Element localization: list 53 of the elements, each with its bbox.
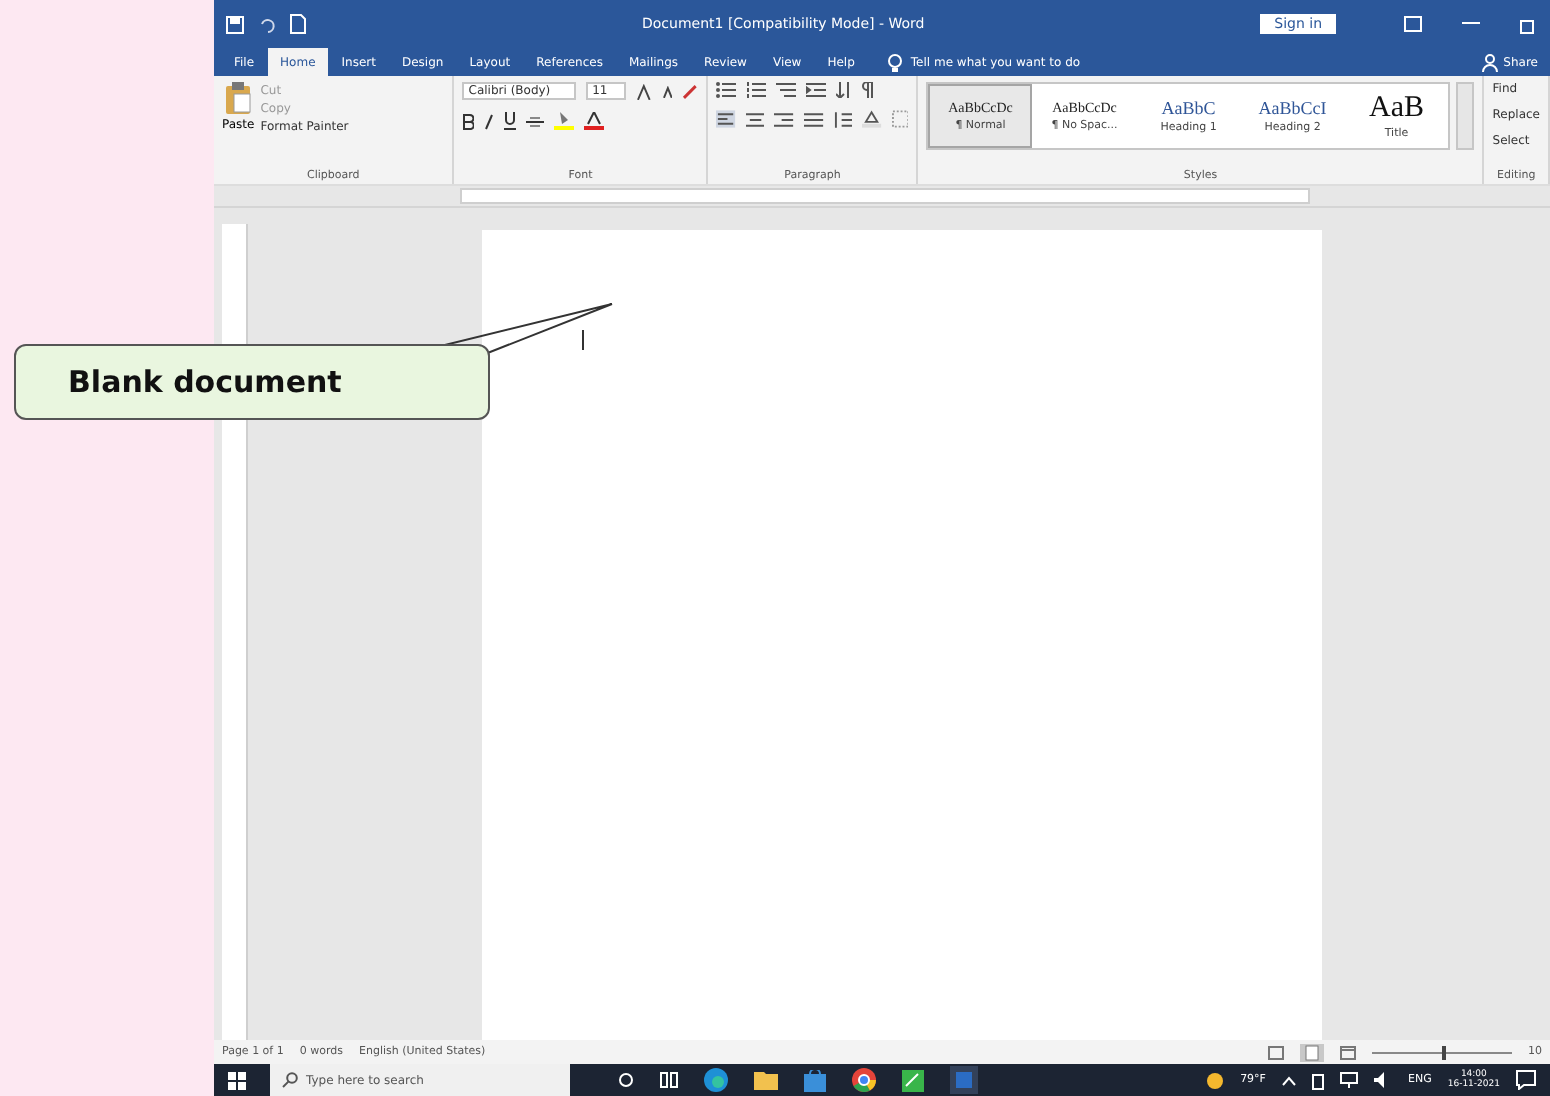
notifications-icon[interactable] [1516, 1070, 1536, 1090]
indent-icon[interactable] [806, 82, 827, 98]
style-sample: AaBbCcI [1258, 98, 1327, 118]
highlighter-icon[interactable] [554, 112, 575, 130]
ribbon-display-icon[interactable] [1404, 16, 1422, 32]
undo-icon[interactable] [258, 15, 276, 33]
save-icon[interactable] [226, 15, 244, 33]
shrink-font-icon[interactable] [661, 85, 673, 97]
weather-icon [1206, 1071, 1225, 1089]
multilevel-list-icon[interactable] [776, 82, 797, 98]
chevron-up-icon[interactable] [1281, 1075, 1296, 1085]
text-cursor [582, 330, 584, 350]
pilcrow-icon[interactable] [862, 82, 875, 98]
shading-icon[interactable] [862, 110, 882, 128]
person-icon [1481, 53, 1498, 71]
circle-icon[interactable] [618, 1072, 634, 1088]
print-layout-icon[interactable] [1300, 1043, 1324, 1061]
line-spacing-icon[interactable] [833, 111, 853, 127]
lightbulb-icon [888, 53, 903, 71]
italic-icon[interactable] [484, 113, 495, 129]
grow-font-icon[interactable] [635, 83, 652, 99]
sort-icon[interactable] [836, 82, 853, 98]
app-icon[interactable] [902, 1069, 924, 1091]
chrome-icon[interactable] [852, 1068, 876, 1092]
style-sample: AaBbC [1161, 98, 1216, 118]
clipboard-icon [224, 82, 253, 114]
read-mode-icon[interactable] [1268, 1045, 1284, 1059]
minimize-icon[interactable] [1462, 22, 1480, 26]
battery-icon[interactable] [1311, 1071, 1324, 1089]
numbering-icon[interactable] [746, 82, 767, 98]
center-icon[interactable] [745, 111, 765, 127]
store-icon[interactable] [804, 1069, 826, 1091]
browser-icon[interactable] [704, 1068, 728, 1092]
align-right-icon[interactable] [774, 111, 794, 127]
restore-icon[interactable] [1520, 15, 1538, 33]
underline-icon[interactable] [504, 112, 517, 130]
align-left-icon[interactable] [716, 110, 736, 128]
network-icon[interactable] [1339, 1072, 1358, 1088]
web-layout-icon[interactable] [1340, 1045, 1356, 1059]
new-document-icon[interactable] [290, 14, 306, 34]
search-icon [282, 1072, 298, 1088]
bullets-icon[interactable] [716, 82, 737, 98]
callout-label: Blank document [14, 344, 490, 420]
bold-icon[interactable] [462, 113, 475, 129]
windows-logo-icon[interactable] [228, 1071, 246, 1089]
strikethrough-icon[interactable] [526, 113, 545, 129]
folder-icon[interactable] [754, 1070, 778, 1090]
font-color-icon[interactable] [584, 112, 605, 130]
task-view-icon[interactable] [660, 1072, 678, 1088]
borders-icon[interactable] [891, 110, 909, 128]
style-sample: AaB [1369, 93, 1425, 123]
clear-formatting-icon[interactable] [682, 83, 699, 99]
justify-icon[interactable] [803, 111, 824, 127]
